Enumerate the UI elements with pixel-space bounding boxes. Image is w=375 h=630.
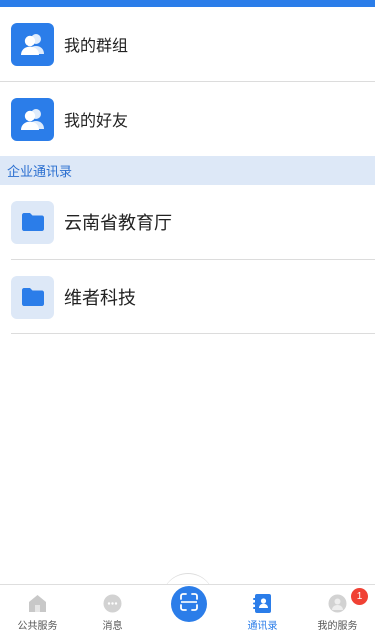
divider [11, 333, 375, 334]
folder-icon [11, 200, 54, 244]
contacts-icon [252, 593, 273, 614]
tab-label: 通讯录 [247, 621, 278, 630]
tab-label: 公共服务 [17, 621, 58, 630]
tab-contacts[interactable]: 通讯录 [225, 585, 300, 630]
folder-icon [11, 275, 54, 319]
tab-messages[interactable]: 消息 [75, 585, 150, 630]
message-icon [102, 593, 123, 614]
my-groups-row[interactable]: 我的群组 [0, 7, 375, 81]
top-accent-bar [0, 0, 375, 7]
enterprise-directory-header: 企业通讯录 [0, 156, 375, 185]
scan-icon [179, 592, 199, 616]
tab-label: 消息 [102, 621, 123, 630]
profile-icon [327, 593, 348, 614]
my-friends-label: 我的好友 [64, 111, 129, 130]
section-title: 企业通讯录 [7, 165, 73, 180]
org-row-weizhe-tech[interactable]: 维者科技 [0, 260, 375, 334]
my-friends-row[interactable]: 我的好友 [0, 82, 375, 156]
tab-public-services[interactable]: 公共服务 [0, 585, 75, 630]
scan-button[interactable] [171, 586, 207, 622]
org-row-yunnan-education[interactable]: 云南省教育厅 [0, 185, 375, 259]
group-icon [11, 22, 54, 66]
notification-badge: 1 [351, 588, 368, 605]
home-icon [27, 593, 48, 614]
org-label: 维者科技 [64, 288, 136, 309]
org-label: 云南省教育厅 [64, 213, 172, 234]
my-groups-label: 我的群组 [64, 36, 129, 55]
tab-label: 我的服务 [317, 621, 358, 630]
friends-icon [11, 97, 54, 141]
